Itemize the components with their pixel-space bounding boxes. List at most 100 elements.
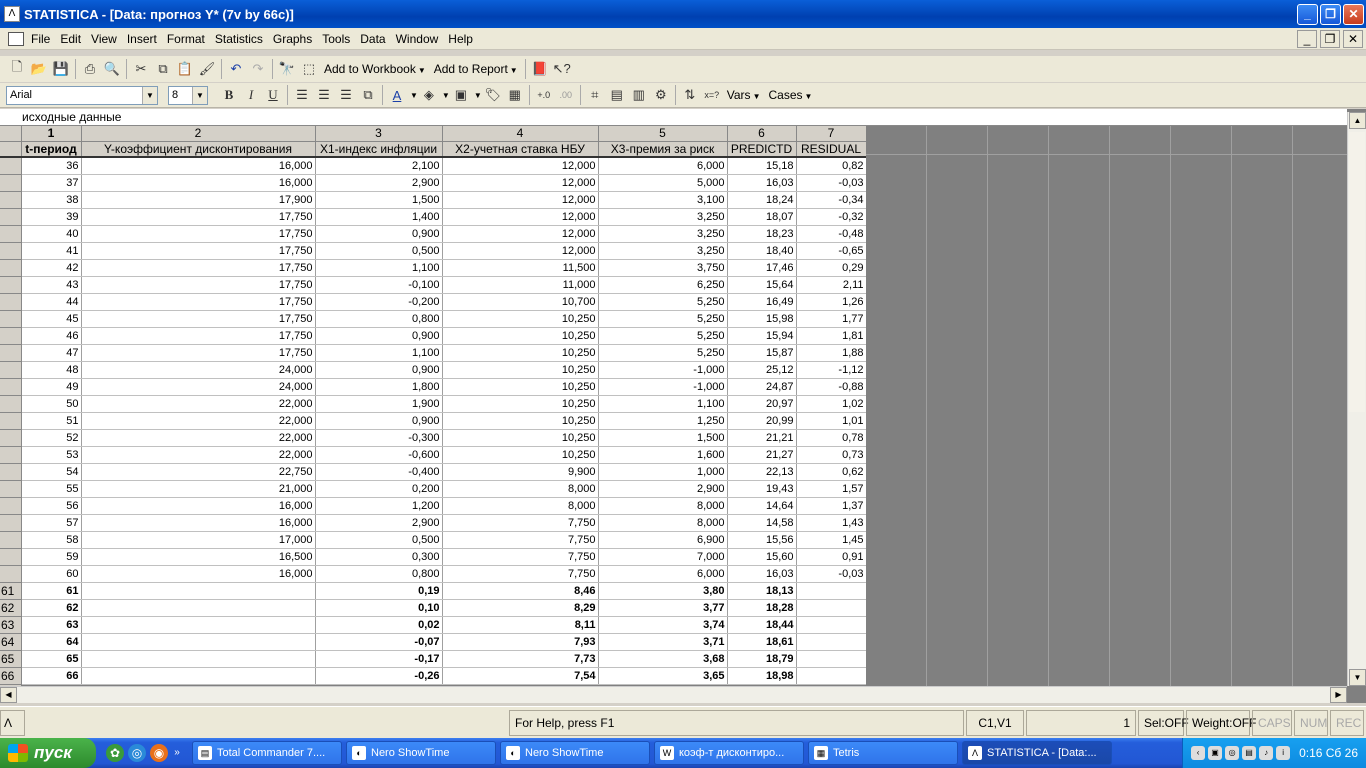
table-row[interactable]: 45 17,750 0,800 10,250 5,250 15,98 1,77	[0, 310, 867, 328]
table-row[interactable]: 40 17,750 0,900 12,000 3,250 18,23 -0,48	[0, 225, 867, 243]
column-header[interactable]: X2-учетная ставка НБУ	[442, 141, 599, 158]
font-name-select[interactable]: Arial ▼	[6, 85, 158, 105]
table-cell[interactable]: 0,900	[315, 327, 443, 345]
row-header[interactable]	[0, 565, 22, 583]
paste-icon[interactable]: 📋	[174, 58, 196, 80]
sort-icon[interactable]: ⇅	[679, 84, 701, 106]
row-header[interactable]	[0, 497, 22, 515]
table-cell[interactable]: 0,82	[796, 157, 867, 175]
table-cell[interactable]: 3,80	[598, 582, 728, 600]
table-cell[interactable]	[81, 582, 316, 600]
table-cell[interactable]	[796, 599, 867, 617]
chevron-down-icon[interactable]: ▼	[474, 91, 482, 100]
row-header[interactable]: 65	[0, 650, 22, 668]
table-cell[interactable]: -0,17	[315, 650, 443, 668]
column-header[interactable]: RESIDUAL	[796, 141, 867, 158]
table-cell[interactable]: 0,62	[796, 463, 867, 481]
table-row[interactable]: 66 66 -0,26 7,54 3,65 18,98	[0, 667, 867, 685]
table-cell[interactable]: 20,97	[727, 395, 797, 413]
data-tool-3-icon[interactable]: ▥	[628, 84, 650, 106]
weight-status[interactable]: Weight:OFF	[1186, 709, 1256, 736]
column-number[interactable]: 5	[598, 126, 728, 142]
table-row[interactable]: 65 65 -0,17 7,73 3,68 18,79	[0, 650, 867, 668]
table-cell[interactable]: 1,600	[598, 446, 728, 464]
column-number[interactable]: 1	[21, 126, 82, 142]
row-header[interactable]	[0, 378, 22, 396]
table-cell[interactable]: 15,98	[727, 310, 797, 328]
table-cell[interactable]: 17,750	[81, 225, 316, 243]
table-cell[interactable]: 14,58	[727, 514, 797, 532]
table-cell[interactable]: -0,07	[315, 633, 443, 651]
table-cell[interactable]: 10,250	[442, 446, 599, 464]
table-cell[interactable]: 61	[21, 582, 82, 600]
table-row[interactable]: 43 17,750 -0,100 11,000 6,250 15,64 2,11	[0, 276, 867, 294]
table-cell[interactable]: 0,800	[315, 565, 443, 583]
menu-graphs[interactable]: Graphs	[268, 32, 317, 46]
table-cell[interactable]: 25,12	[727, 361, 797, 379]
task-button[interactable]: ◐ Nero ShowTime	[346, 741, 496, 765]
table-row[interactable]: 52 22,000 -0,300 10,250 1,500 21,21 0,78	[0, 429, 867, 447]
menu-insert[interactable]: Insert	[122, 32, 162, 46]
start-button[interactable]: пуск	[0, 738, 96, 768]
table-row[interactable]: 36 16,000 2,100 12,000 6,000 15,18 0,82	[0, 157, 867, 175]
table-cell[interactable]: 40	[21, 225, 82, 243]
table-cell[interactable]: 56	[21, 497, 82, 515]
task-button[interactable]: ▦ Tetris	[808, 741, 958, 765]
column-header[interactable]: Y-коэффициент дисконтирования	[81, 141, 316, 158]
column-header[interactable]: X1-индекс инфляции	[315, 141, 443, 158]
row-header[interactable]	[0, 429, 22, 447]
table-cell[interactable]: 3,68	[598, 650, 728, 668]
table-cell[interactable]: 8,000	[442, 497, 599, 515]
table-cell[interactable]: 16,000	[81, 497, 316, 515]
quick-launch-icon[interactable]: ◎	[128, 744, 146, 762]
table-cell[interactable]	[81, 616, 316, 634]
table-cell[interactable]: 1,26	[796, 293, 867, 311]
table-cell[interactable]: 21,000	[81, 480, 316, 498]
table-cell[interactable]: 5,250	[598, 310, 728, 328]
table-cell[interactable]: 53	[21, 446, 82, 464]
table-cell[interactable]	[81, 599, 316, 617]
table-row[interactable]: 59 16,500 0,300 7,750 7,000 15,60 0,91	[0, 548, 867, 566]
table-cell[interactable]: 1,01	[796, 412, 867, 430]
new-icon[interactable]: 🗋	[6, 58, 28, 80]
table-row[interactable]: 56 16,000 1,200 8,000 8,000 14,64 1,37	[0, 497, 867, 515]
table-cell[interactable]: 7,750	[442, 548, 599, 566]
table-cell[interactable]: 1,77	[796, 310, 867, 328]
print-icon[interactable]: ⎙	[79, 58, 101, 80]
font-color-icon[interactable]: A	[386, 84, 408, 106]
doc-minimize-button[interactable]: _	[1297, 29, 1317, 48]
table-cell[interactable]: 5,000	[598, 174, 728, 192]
tray-info-icon[interactable]: i	[1276, 746, 1291, 760]
table-cell[interactable]: 9,900	[442, 463, 599, 481]
horizontal-scrollbar[interactable]: ◀ ▶	[0, 686, 1347, 703]
table-cell[interactable]: 2,900	[315, 174, 443, 192]
table-cell[interactable]: 17,750	[81, 242, 316, 260]
row-header[interactable]	[0, 191, 22, 209]
table-cell[interactable]: 0,300	[315, 548, 443, 566]
table-cell[interactable]: 2,11	[796, 276, 867, 294]
table-cell[interactable]: 65	[21, 650, 82, 668]
row-header[interactable]	[0, 480, 22, 498]
table-cell[interactable]: 66	[21, 667, 82, 685]
table-cell[interactable]: -0,100	[315, 276, 443, 294]
table-cell[interactable]: 10,250	[442, 327, 599, 345]
table-cell[interactable]: 8,11	[442, 616, 599, 634]
table-cell[interactable]: 7,750	[442, 531, 599, 549]
table-cell[interactable]: 14,64	[727, 497, 797, 515]
table-cell[interactable]	[81, 633, 316, 651]
column-header[interactable]: PREDICTD	[727, 141, 797, 158]
scroll-down-icon[interactable]: ▼	[1349, 669, 1366, 686]
table-cell[interactable]: 1,43	[796, 514, 867, 532]
align-left-icon[interactable]: ☰	[291, 84, 313, 106]
table-cell[interactable]: 0,19	[315, 582, 443, 600]
table-cell[interactable]: 18,07	[727, 208, 797, 226]
copy-icon[interactable]: ⧉	[152, 58, 174, 80]
table-row[interactable]: 64 64 -0,07 7,93 3,71 18,61	[0, 633, 867, 651]
merge-icon[interactable]: ⧉	[357, 84, 379, 106]
table-cell[interactable]: 17,900	[81, 191, 316, 209]
row-header[interactable]	[0, 327, 22, 345]
table-cell[interactable]: 37	[21, 174, 82, 192]
select-icon[interactable]: ⬚	[298, 58, 320, 80]
volume-icon[interactable]: ♪	[1259, 746, 1274, 760]
row-header[interactable]: 63	[0, 616, 22, 634]
